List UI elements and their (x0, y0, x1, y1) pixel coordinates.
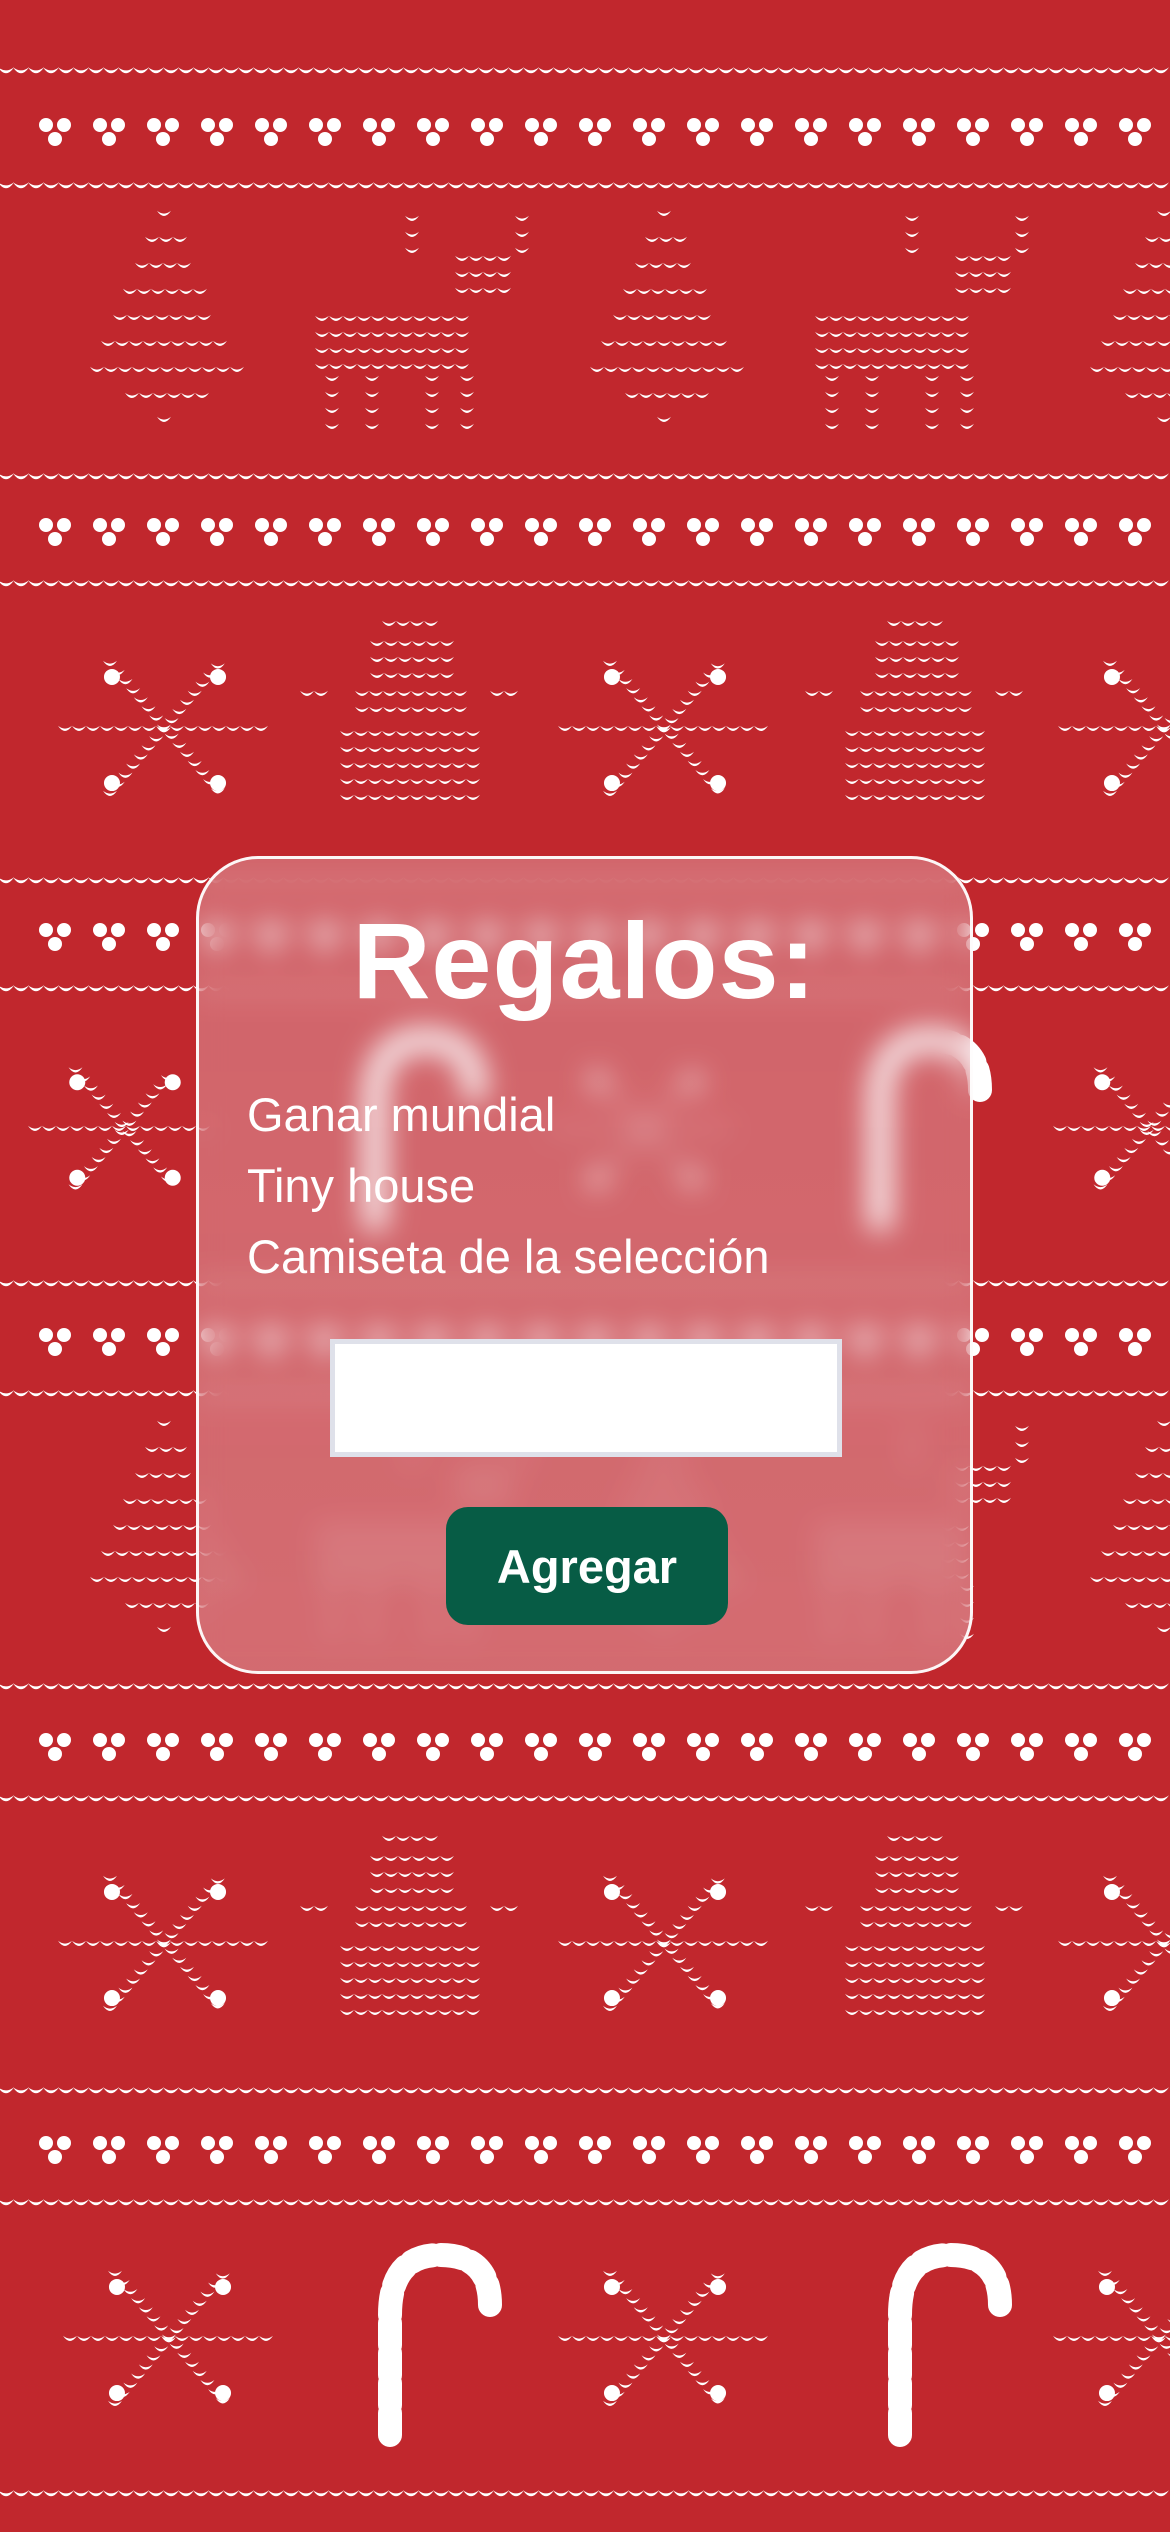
gift-list-item: Tiny house (247, 1159, 476, 1212)
page-title: Regalos: (352, 900, 817, 1021)
add-gift-button[interactable]: Agregar (446, 1507, 728, 1625)
gift-list-item: Camiseta de la selección (247, 1230, 770, 1283)
gift-list-item: Ganar mundial (247, 1088, 556, 1141)
gift-input[interactable] (330, 1339, 842, 1457)
gift-card: Regalos: Ganar mundial Tiny house Camise… (196, 856, 973, 1674)
gift-list: Ganar mundial Tiny house Camiseta de la … (247, 1079, 770, 1292)
